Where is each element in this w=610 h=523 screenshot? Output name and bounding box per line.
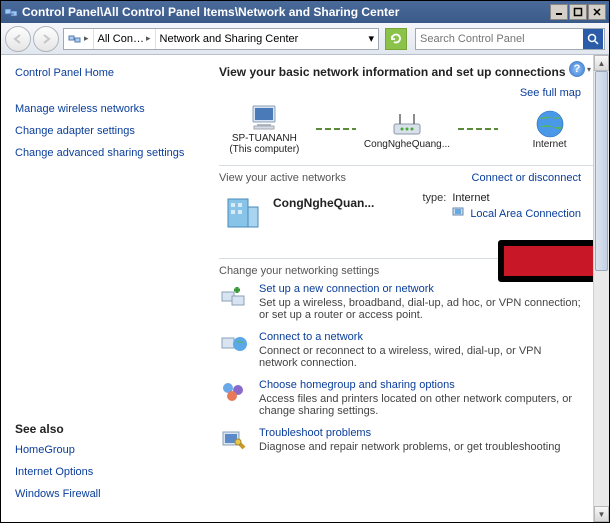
active-networks-heading: View your active networks (219, 172, 346, 184)
homegroup-icon (219, 379, 249, 405)
forward-button[interactable] (33, 26, 59, 52)
address-root[interactable]: ▸ (64, 29, 94, 49)
refresh-button[interactable] (385, 28, 407, 50)
seealso-internet-options[interactable]: Internet Options (15, 466, 197, 478)
scroll-thumb[interactable] (595, 71, 608, 271)
node-router: CongNgheQuang... (362, 109, 453, 150)
connect-network-icon (219, 331, 249, 357)
sidebar-link-adapter[interactable]: Change adapter settings (15, 125, 197, 137)
link-line (458, 128, 498, 130)
main-panel: ?▾ View your basic network information a… (211, 55, 609, 522)
scroll-up-button[interactable]: ▲ (594, 55, 609, 71)
setup-connection-desc: Set up a wireless, broadband, dial-up, a… (259, 297, 581, 321)
node-pc-label1: SP-TUANANH (232, 133, 297, 144)
setting-item: Set up a new connection or network Set u… (219, 283, 595, 321)
node-pc: SP-TUANANH (This computer) (219, 103, 310, 155)
connection-icon (452, 206, 464, 221)
troubleshoot-icon (219, 427, 249, 453)
sidebar-link-advanced[interactable]: Change advanced sharing settings (15, 147, 197, 159)
toolbar: ▸ All Con… ▸ Network and Sharing Center … (1, 23, 609, 55)
search-button[interactable] (583, 29, 603, 49)
back-button[interactable] (5, 26, 31, 52)
local-area-connection-link[interactable]: Local Area Connection (470, 208, 581, 220)
address-dropdown[interactable]: ▾ (364, 32, 378, 45)
connect-disconnect-link[interactable]: Connect or disconnect (472, 172, 595, 184)
window-controls (549, 4, 606, 20)
address-bar[interactable]: ▸ All Con… ▸ Network and Sharing Center … (63, 28, 379, 50)
help-button[interactable]: ?▾ (569, 61, 591, 77)
troubleshoot-desc: Diagnose and repair network problems, or… (259, 441, 560, 453)
node-internet-label: Internet (533, 139, 567, 150)
change-settings-heading: Change your networking settings (219, 265, 379, 277)
scrollbar[interactable]: ▲ ▼ (593, 55, 609, 522)
see-full-map-link[interactable]: See full map (520, 87, 581, 99)
close-button[interactable] (588, 4, 606, 20)
access-type-value: Internet (452, 192, 489, 204)
network-map: SP-TUANANH (This computer) CongNgheQuang… (219, 103, 595, 155)
scroll-down-button[interactable]: ▼ (594, 506, 609, 522)
app-icon (4, 5, 18, 19)
troubleshoot-link[interactable]: Troubleshoot problems (259, 427, 560, 439)
address-seg-1[interactable]: All Con… ▸ (94, 29, 156, 49)
network-icon (219, 192, 263, 234)
sidebar: Control Panel Home Manage wireless netwo… (1, 55, 211, 522)
node-internet: Internet (504, 109, 595, 150)
seealso-homegroup[interactable]: HomeGroup (15, 444, 197, 456)
setting-item: Troubleshoot problems Diagnose and repai… (219, 427, 595, 453)
window-title: Control Panel\All Control Panel Items\Ne… (22, 5, 549, 19)
setup-connection-link[interactable]: Set up a new connection or network (259, 283, 581, 295)
maximize-button[interactable] (569, 4, 587, 20)
setting-item: Connect to a network Connect or reconnec… (219, 331, 595, 369)
sidebar-home-link[interactable]: Control Panel Home (15, 67, 197, 79)
router-icon (389, 109, 425, 139)
access-type-label: type: (404, 192, 446, 204)
search-box[interactable] (415, 28, 605, 50)
active-network-name: CongNgheQuan... (273, 196, 374, 210)
page-heading: View your basic network information and … (219, 65, 595, 79)
setting-item: Choose homegroup and sharing options Acc… (219, 379, 595, 417)
homegroup-link[interactable]: Choose homegroup and sharing options (259, 379, 581, 391)
connect-network-link[interactable]: Connect to a network (259, 331, 581, 343)
seealso-windows-firewall[interactable]: Windows Firewall (15, 488, 197, 500)
titlebar: Control Panel\All Control Panel Items\Ne… (1, 1, 609, 23)
pc-icon (246, 103, 282, 133)
node-router-label: CongNgheQuang... (364, 139, 450, 150)
address-seg-2[interactable]: Network and Sharing Center (156, 29, 303, 49)
sidebar-link-wireless[interactable]: Manage wireless networks (15, 103, 197, 115)
seealso-heading: See also (15, 422, 197, 436)
search-input[interactable] (416, 33, 583, 45)
globe-icon (532, 109, 568, 139)
connect-network-desc: Connect or reconnect to a wireless, wire… (259, 345, 541, 369)
link-line (316, 128, 356, 130)
node-pc-label2: (This computer) (229, 144, 299, 155)
minimize-button[interactable] (550, 4, 568, 20)
setup-connection-icon (219, 283, 249, 309)
homegroup-desc: Access files and printers located on oth… (259, 393, 572, 417)
